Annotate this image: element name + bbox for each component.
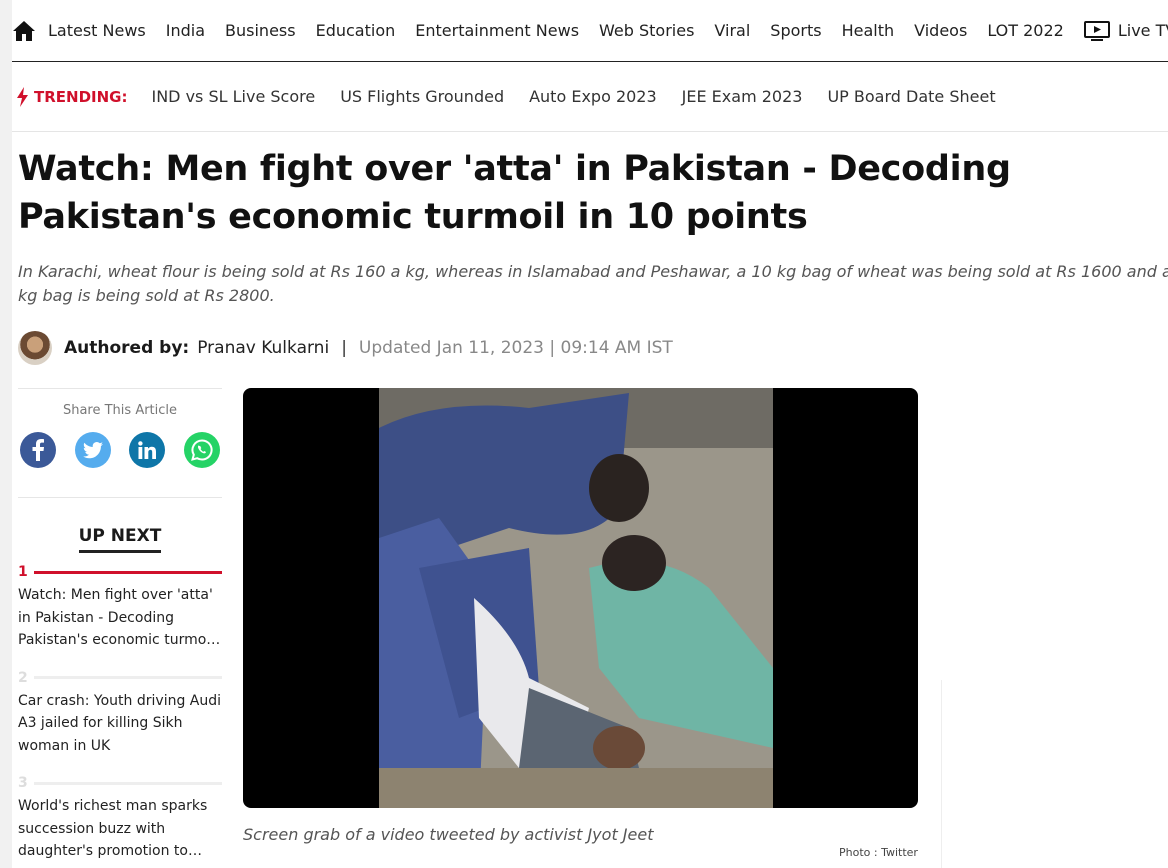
- trending-item-up-board[interactable]: UP Board Date Sheet: [827, 87, 995, 106]
- up-next-number: 2: [18, 670, 222, 686]
- share-title: Share This Article: [62, 403, 178, 418]
- nav-item-latest-news[interactable]: Latest News: [38, 0, 156, 61]
- nav-item-business[interactable]: Business: [215, 0, 306, 61]
- up-next-heading: UP NEXT: [18, 526, 222, 553]
- trending-label: TRENDING:: [12, 86, 128, 107]
- top-navigation: Latest News India Business Education Ent…: [12, 0, 1168, 62]
- author-label: Authored by:: [64, 338, 190, 358]
- up-next-rule: [33, 570, 222, 574]
- facebook-icon[interactable]: [20, 432, 56, 468]
- up-next-item[interactable]: 3 World's richest man sparks succession …: [18, 775, 222, 863]
- page: Latest News India Business Education Ent…: [12, 0, 1168, 868]
- video-still: [379, 388, 773, 808]
- updated-timestamp: Updated Jan 11, 2023 | 09:14 AM IST: [358, 338, 673, 358]
- nav-item-entertainment-news[interactable]: Entertainment News: [405, 0, 589, 61]
- live-tv-label: Live TV: [1117, 20, 1168, 40]
- share-section: Share This Article: [18, 388, 222, 498]
- whatsapp-icon[interactable]: [183, 432, 220, 468]
- up-next-number-label: 2: [18, 669, 28, 686]
- nav-item-videos[interactable]: Videos: [904, 0, 977, 61]
- article-video[interactable]: [243, 388, 918, 808]
- article-summary: In Karachi, wheat flour is being sold at…: [18, 262, 1168, 305]
- trending-bar: TRENDING: IND vs SL Live Score US Flight…: [12, 62, 1168, 132]
- right-column-panel: [941, 680, 1168, 868]
- byline-separator: |: [341, 338, 347, 358]
- up-next-item[interactable]: 1 Watch: Men fight over 'atta' in Pakist…: [18, 564, 222, 652]
- nav-item-sports[interactable]: Sports: [760, 0, 831, 61]
- author-avatar[interactable]: [18, 331, 52, 365]
- author-name[interactable]: Pranav Kulkarni: [197, 338, 329, 358]
- up-next-item[interactable]: 2 Car crash: Youth driving Audi A3 jaile…: [18, 670, 222, 758]
- nav-item-viral[interactable]: Viral: [704, 0, 760, 61]
- video-frame: [379, 388, 773, 808]
- nav-item-india[interactable]: India: [156, 0, 215, 61]
- trending-item-us-flights[interactable]: US Flights Grounded: [340, 87, 504, 106]
- nav-item-lot-2022[interactable]: LOT 2022: [977, 0, 1074, 61]
- up-next-rule: [33, 676, 222, 679]
- nav-item-live-tv[interactable]: Live TV: [1074, 0, 1168, 61]
- lightning-icon: [17, 86, 28, 107]
- up-next-number: 1: [18, 564, 222, 580]
- up-next-number-label: 3: [18, 775, 28, 791]
- up-next-number-label: 1: [18, 564, 28, 580]
- up-next-number: 3: [18, 775, 222, 791]
- left-sidebar: Share This Article UP NEXT 1 Watch: Men …: [18, 388, 222, 863]
- up-next-headline[interactable]: Car crash: Youth driving Audi A3 jailed …: [18, 690, 222, 758]
- trending-item-auto-expo[interactable]: Auto Expo 2023: [529, 87, 657, 106]
- nav-item-web-stories[interactable]: Web Stories: [589, 0, 704, 61]
- trending-item-ind-vs-sl[interactable]: IND vs SL Live Score: [151, 87, 315, 106]
- share-icons: [18, 432, 222, 468]
- trending-label-text: TRENDING:: [34, 87, 128, 106]
- byline: Authored by: Pranav Kulkarni | Updated J…: [18, 330, 673, 366]
- up-next-headline[interactable]: Watch: Men fight over 'atta' in Pakistan…: [18, 584, 222, 652]
- up-next-title: UP NEXT: [78, 526, 162, 553]
- article-title: Watch: Men fight over 'atta' in Pakistan…: [18, 149, 1011, 237]
- linkedin-icon[interactable]: [129, 432, 166, 468]
- up-next-rule: [33, 781, 222, 785]
- twitter-icon[interactable]: [74, 432, 111, 468]
- nav-item-health[interactable]: Health: [832, 0, 905, 61]
- home-icon: [13, 20, 35, 41]
- home-button[interactable]: [12, 0, 36, 61]
- trending-item-jee-exam[interactable]: JEE Exam 2023: [682, 87, 803, 106]
- up-next-headline[interactable]: World's richest man sparks succession bu…: [18, 795, 222, 863]
- live-tv-icon: [1083, 20, 1110, 41]
- video-caption: Screen grab of a video tweeted by activi…: [243, 825, 654, 844]
- photo-credit: Photo : Twitter: [839, 846, 918, 859]
- nav-item-education[interactable]: Education: [306, 0, 406, 61]
